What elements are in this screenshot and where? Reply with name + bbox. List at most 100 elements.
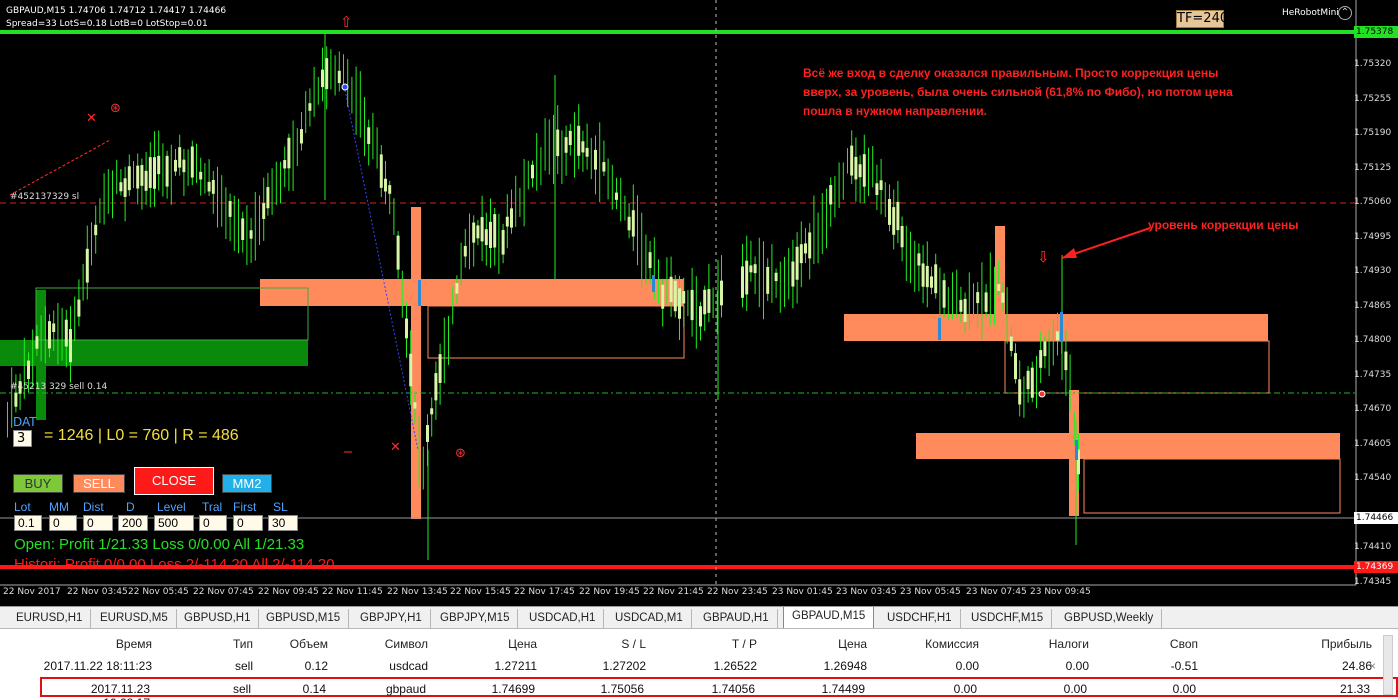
tab-usdcad-m1[interactable]: USDCAD,M1 <box>607 609 692 628</box>
mm-input[interactable]: 0 <box>49 515 77 531</box>
column-header[interactable]: Время <box>116 637 152 651</box>
table-cell: 1.74499 <box>821 682 865 696</box>
trade-marker <box>652 275 655 292</box>
table-cell: 21.33 <box>1339 682 1370 696</box>
tab-eurusd-h1[interactable]: EURUSD,H1 <box>8 609 92 628</box>
candle-body <box>900 225 904 248</box>
candle-body <box>678 288 681 319</box>
table-cell: 0.00 <box>1063 682 1087 696</box>
candle-body <box>888 199 891 225</box>
tab-usdcad-h1[interactable]: USDCAD,H1 <box>521 609 605 628</box>
order-point-icon <box>1038 390 1046 398</box>
first-input[interactable]: 0 <box>233 515 263 531</box>
table-row[interactable]: 2017.11.22 18:11:23 sell 0.12 usdcad 1.27211… <box>0 656 1380 676</box>
candle-body <box>94 224 98 236</box>
column-header[interactable]: Тип <box>233 637 253 651</box>
tab-gbpusd-weekly[interactable]: GBPUSD,Weekly <box>1056 609 1163 628</box>
table-row[interactable]: 2017.11.23 10:28:17 sell 0.14 gbpaud 1.74699… <box>40 677 1398 700</box>
tral-input[interactable]: 0 <box>199 515 227 531</box>
sl-input[interactable]: 30 <box>268 515 298 531</box>
column-header[interactable]: Комиссия <box>925 637 979 651</box>
candle-body <box>287 137 291 169</box>
tab-usdchf-m15[interactable]: USDCHF,M15 <box>963 609 1053 628</box>
column-header[interactable]: Объем <box>290 637 328 651</box>
trade-marker <box>1060 312 1063 342</box>
up-arrow-icon: ⇧ <box>340 13 353 31</box>
stat-prefix[interactable]: 3 <box>13 430 32 447</box>
price-tick-label: 1.74930 <box>1354 266 1392 276</box>
terminal-scrollbar[interactable] <box>1383 635 1393 695</box>
candle-body <box>556 129 560 157</box>
column-header[interactable]: Налоги <box>1049 637 1089 651</box>
zone-box <box>916 433 1340 459</box>
close-button[interactable]: CLOSE <box>134 467 214 495</box>
column-header[interactable]: S / L <box>621 637 646 651</box>
tab-gbpjpy-m15[interactable]: GBPJPY,M15 <box>432 609 519 628</box>
history-stats: Histori: Profit 0/0.00 Loss 2/-114.20 Al… <box>14 556 335 573</box>
info-line: Spread=33 LotS=0.18 LotB=0 LotStop=0.01 <box>6 19 208 29</box>
tab-eurusd-m5[interactable]: EURUSD,M5 <box>92 609 177 628</box>
candle-body <box>321 69 324 88</box>
candle-body <box>959 299 963 312</box>
candle-body <box>602 162 606 172</box>
candle-body <box>207 181 211 192</box>
tab-gbpusd-m15[interactable]: GBPUSD,M15 <box>258 609 350 628</box>
column-header[interactable]: Цена <box>508 637 537 651</box>
close-x-icon: ✕ <box>390 440 401 455</box>
buy-button[interactable]: BUY <box>13 474 63 493</box>
candle-body <box>963 298 967 322</box>
candle-body <box>367 127 371 145</box>
tab-gbpaud-m15[interactable]: GBPAUD,M15 <box>783 607 875 629</box>
candle-body <box>262 203 266 219</box>
timeframe-badge[interactable]: TF=240 <box>1176 10 1228 28</box>
level-input[interactable]: 500 <box>154 515 194 531</box>
table-cell: 0.00 <box>1172 682 1196 696</box>
first-label: First <box>233 500 257 514</box>
sl-label: SL <box>273 500 288 514</box>
lot-input[interactable]: 0.1 <box>14 515 42 531</box>
column-header[interactable]: T / P <box>732 637 757 651</box>
tab-usdchf-h1[interactable]: USDCHF,H1 <box>879 609 961 628</box>
chart-area[interactable]: ✕ ✕ ⊛ ⊛ ⇩ GBPAUD,M15 1.74706 1.74712 1.74417… <box>0 0 1398 606</box>
mm2-button[interactable]: MM2 <box>222 474 272 493</box>
tab-gbpaud-h1[interactable]: GBPAUD,H1 <box>695 609 778 628</box>
tab-gbpusd-h1[interactable]: GBPUSD,H1 <box>176 609 260 628</box>
time-tick-label: 22 Nov 23:45 <box>707 587 768 597</box>
order-point-icon <box>341 83 349 91</box>
candle-body <box>804 243 807 254</box>
dat-label: DAT <box>13 415 37 429</box>
zone-outline <box>1083 458 1341 514</box>
sell-order-label: #45213 329 sell 0.14 <box>10 382 108 392</box>
main-comment: Всё же вход в сделку оказался правильным… <box>803 64 1233 121</box>
tab-gbpjpy-h1[interactable]: GBPJPY,H1 <box>352 609 431 628</box>
dist-input[interactable]: 0 <box>83 515 113 531</box>
table-cell: 1.74056 <box>711 682 755 696</box>
candle-body <box>157 155 161 175</box>
table-cell: 1.75056 <box>600 682 644 696</box>
column-header[interactable]: Своп <box>1170 637 1198 651</box>
close-robot-icon[interactable]: ⌃ <box>1338 6 1352 20</box>
table-cell: -0.51 <box>1170 659 1198 673</box>
table-cell: 0.00 <box>955 659 979 673</box>
table-cell: 1.26948 <box>823 659 867 673</box>
table-cell: 1.74699 <box>491 682 535 696</box>
table-cell: gbpaud <box>385 682 426 696</box>
d-input[interactable]: 200 <box>118 515 148 531</box>
column-header[interactable]: Прибыль <box>1321 637 1372 651</box>
candle-body <box>308 103 312 111</box>
close-position-icon[interactable]: × <box>1369 659 1376 673</box>
green-level-price: 1.75378 <box>1354 26 1398 38</box>
candle-body <box>741 266 744 298</box>
time-tick-label: 22 Nov 21:45 <box>643 587 704 597</box>
column-header[interactable]: Цена <box>838 637 867 651</box>
time-tick-label: 22 Nov 13:45 <box>387 587 448 597</box>
table-cell: 1.27211 <box>494 659 538 673</box>
sell-button[interactable]: SELL <box>73 474 125 493</box>
candle-body <box>144 170 148 191</box>
candle-body <box>379 154 383 188</box>
column-header[interactable]: Символ <box>385 637 428 651</box>
candle-body <box>463 245 467 257</box>
candle-body <box>791 261 795 287</box>
time-tick-label: 22 Nov 05:45 <box>128 587 189 597</box>
candle-body <box>199 171 203 180</box>
